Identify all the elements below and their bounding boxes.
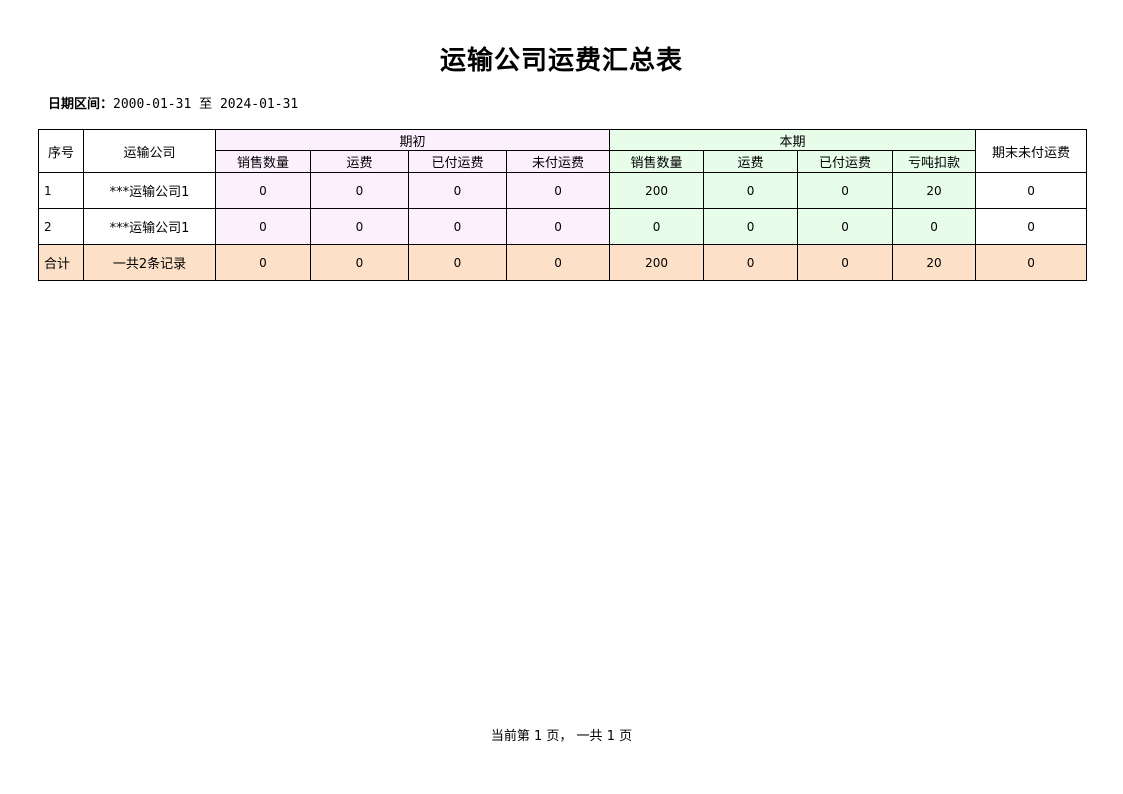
header-seq: 序号 <box>38 129 84 173</box>
cell-current-sales-qty: 200 <box>609 172 705 209</box>
header-opening-unpaid: 未付运费 <box>505 150 611 173</box>
freight-summary-table: 序号 运输公司 期初 本期 期末未付运费 销售数量 运费 已付运费 未付运费 销… <box>38 129 1088 281</box>
total-current-sales-qty: 200 <box>609 244 705 281</box>
report-title: 运输公司运费汇总表 <box>439 46 683 76</box>
total-ending-unpaid: 0 <box>975 244 1088 281</box>
header-current-shortage-deduction: 亏吨扣款 <box>892 150 977 173</box>
total-opening-paid: 0 <box>408 244 507 281</box>
total-current-shortage-deduction: 20 <box>892 244 977 281</box>
row-seq: 1 <box>38 172 84 209</box>
date-range-end: 2024-01-31 <box>219 97 299 112</box>
date-range-separator: 至 <box>199 97 213 112</box>
row-company: ***运输公司1 <box>83 172 216 209</box>
cell-current-shortage-deduction: 0 <box>892 208 977 245</box>
total-current-paid: 0 <box>797 244 894 281</box>
header-opening-paid: 已付运费 <box>408 150 507 173</box>
cell-current-freight: 0 <box>703 172 799 209</box>
header-opening-freight: 运费 <box>310 150 409 173</box>
cell-current-paid: 0 <box>797 172 894 209</box>
total-opening-sales-qty: 0 <box>215 244 311 281</box>
header-ending-unpaid: 期末未付运费 <box>975 129 1088 173</box>
date-range-label: 日期区间： <box>48 97 114 112</box>
date-range-start: 2000-01-31 <box>113 97 192 112</box>
cell-opening-freight: 0 <box>310 208 409 245</box>
table-row: 1 ***运输公司1 0 0 0 0 200 0 0 20 0 <box>38 172 1088 209</box>
row-seq: 2 <box>38 208 84 245</box>
cell-opening-paid: 0 <box>408 172 507 209</box>
date-range: 日期区间：2000-01-31 至 2024-01-31 <box>48 93 298 112</box>
header-group-opening: 期初 <box>214 129 611 151</box>
cell-current-shortage-deduction: 20 <box>892 172 977 209</box>
cell-opening-unpaid: 0 <box>505 208 611 245</box>
cell-opening-paid: 0 <box>408 208 507 245</box>
header-current-paid: 已付运费 <box>797 150 894 173</box>
cell-current-paid: 0 <box>797 208 894 245</box>
cell-current-sales-qty: 0 <box>609 208 705 245</box>
cell-ending-unpaid: 0 <box>975 208 1088 245</box>
row-company: ***运输公司1 <box>83 208 216 245</box>
header-current-freight: 运费 <box>703 150 799 173</box>
cell-ending-unpaid: 0 <box>975 172 1088 209</box>
total-opening-freight: 0 <box>310 244 409 281</box>
page-indicator: 当前第 1 页， 一共 1 页 <box>490 729 633 744</box>
cell-current-freight: 0 <box>703 208 799 245</box>
cell-opening-unpaid: 0 <box>505 172 611 209</box>
table-row: 2 ***运输公司1 0 0 0 0 0 0 0 0 0 <box>38 208 1088 245</box>
header-opening-sales-qty: 销售数量 <box>215 150 311 173</box>
cell-opening-sales-qty: 0 <box>215 208 311 245</box>
cell-opening-freight: 0 <box>310 172 409 209</box>
header-current-sales-qty: 销售数量 <box>609 150 705 173</box>
total-current-freight: 0 <box>703 244 799 281</box>
total-label: 合计 <box>38 244 84 281</box>
total-row: 合计 一共2条记录 0 0 0 0 200 0 0 20 0 <box>38 244 1088 281</box>
cell-opening-sales-qty: 0 <box>215 172 311 209</box>
header-group-current: 本期 <box>609 129 977 151</box>
total-opening-unpaid: 0 <box>505 244 611 281</box>
total-record-count: 一共2条记录 <box>83 244 216 281</box>
header-company: 运输公司 <box>83 129 216 173</box>
